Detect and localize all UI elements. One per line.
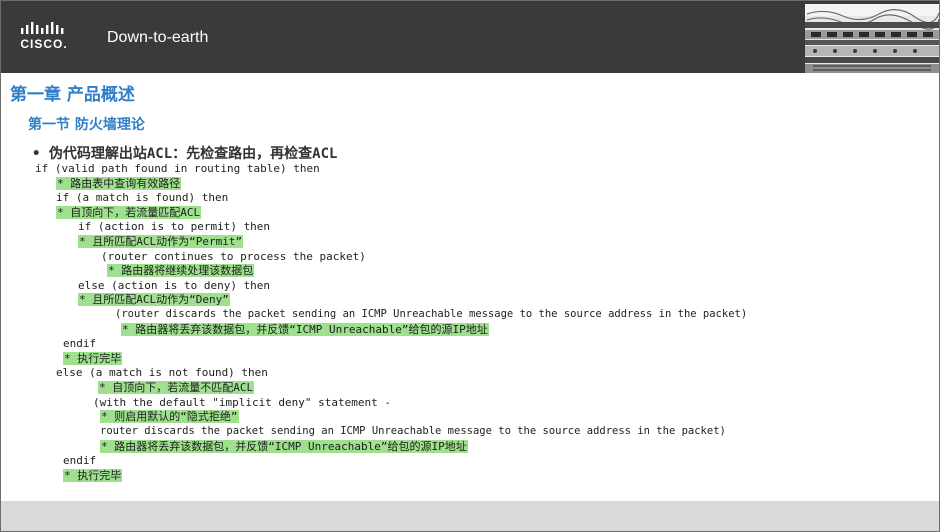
code-line: (router continues to process the packet) (101, 250, 366, 263)
code-comment: * 且所匹配ACL动作为“Deny” (78, 293, 230, 306)
chapter-title: 第一章 产品概述 (10, 85, 135, 105)
footer-bar (1, 501, 939, 531)
code-comment: * 路由器将丢弃该数据包，并反馈“ICMP Unreachable”给包的源IP… (100, 440, 468, 453)
code-line: if (valid path found in routing table) t… (35, 162, 320, 175)
code-line: endif (63, 337, 97, 350)
server-rack-photo (805, 4, 939, 73)
code-comment: * 执行完毕 (63, 352, 123, 365)
code-comment: * 且所匹配ACL动作为“Permit” (78, 235, 244, 248)
code-comment: * 则启用默认的“隐式拒绝” (100, 410, 239, 423)
bullet-heading: • 伪代码理解出站ACL：先检查路由，再检查ACL (32, 146, 338, 162)
code-comment: * 路由器将丢弃该数据包，并反馈“ICMP Unreachable”给包的源IP… (121, 323, 489, 336)
header-bar: CISCO. Down-to-earth (1, 1, 939, 73)
code-comment: * 路由表中查询有效路径 (56, 177, 182, 190)
code-line: else (action is to deny) then (78, 279, 271, 292)
code-line: (router discards the packet sending an I… (115, 308, 748, 320)
cisco-wordmark: CISCO. (20, 37, 68, 51)
code-line: if (action is to permit) then (78, 220, 271, 233)
code-comment: * 自顶向下，若流量匹配ACL (56, 206, 202, 219)
code-line: router discards the packet sending an IC… (100, 425, 726, 437)
pseudocode-block: if (valid path found in routing table) t… (1, 161, 939, 491)
code-line: (with the default "implicit deny" statem… (93, 396, 392, 409)
slide: CISCO. Down-to-earth 第一章 产品概述 第一节 防火墙理论 … (0, 0, 940, 532)
header-title: Down-to-earth (107, 29, 209, 46)
cisco-bars-icon (21, 22, 64, 34)
code-comment: * 自顶向下，若流量不匹配ACL (98, 381, 255, 394)
cisco-logo: CISCO. (18, 22, 70, 52)
code-line: if (a match is found) then (56, 191, 229, 204)
code-line: endif (63, 454, 97, 467)
code-comment: * 路由器将继续处理该数据包 (107, 264, 255, 277)
section-title: 第一节 防火墙理论 (28, 117, 145, 133)
code-comment: * 执行完毕 (63, 469, 123, 482)
code-line: else (a match is not found) then (56, 366, 268, 379)
